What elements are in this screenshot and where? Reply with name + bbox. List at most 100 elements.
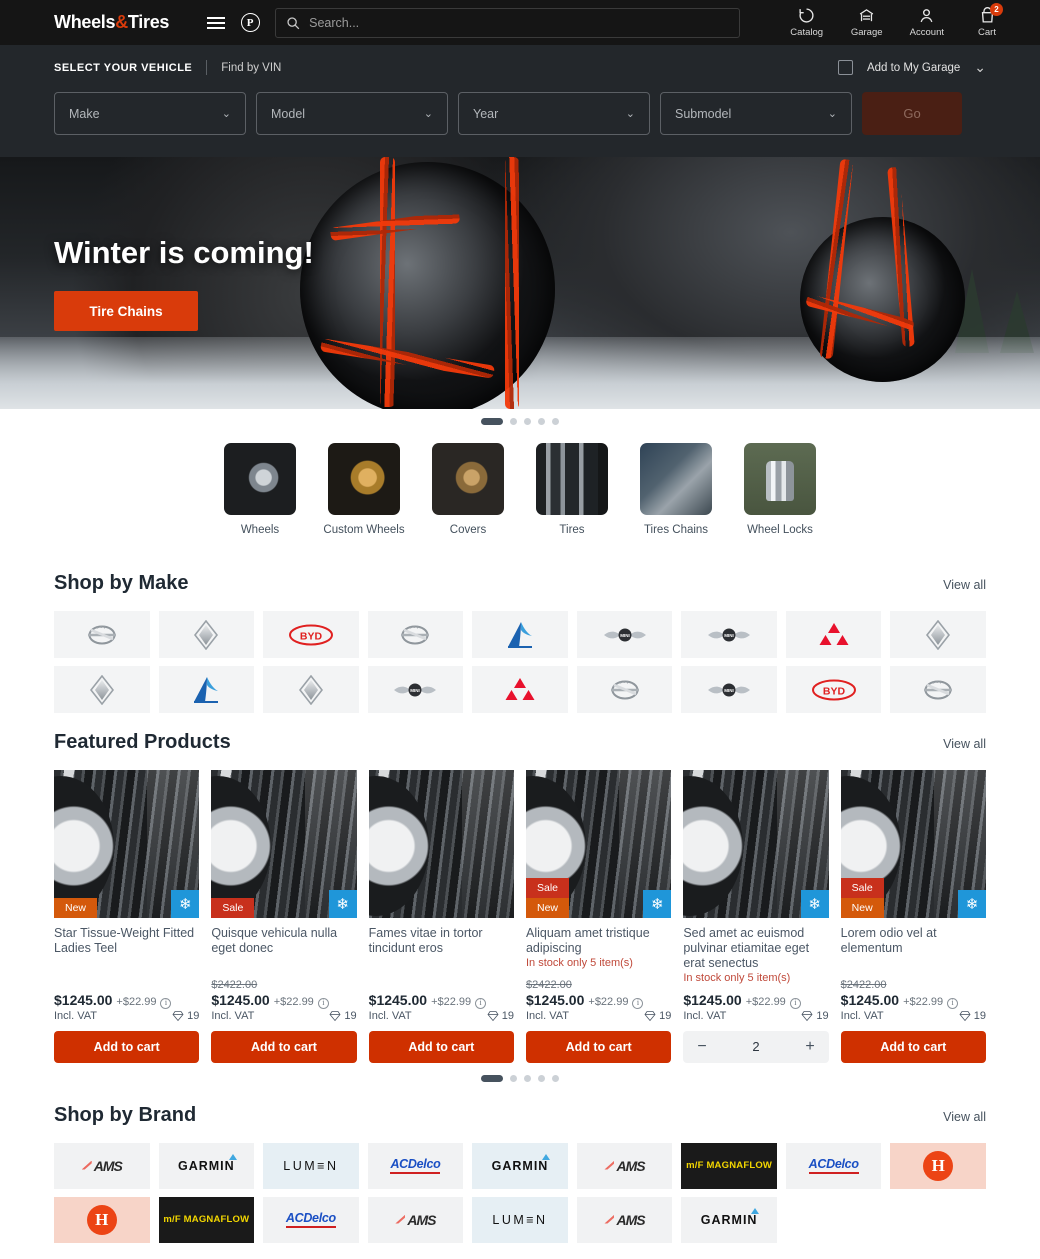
make-tile-mini[interactable]: MINI (681, 611, 777, 658)
product-name[interactable]: Lorem odio vel at elementum (841, 926, 986, 956)
make-tile-mitsubishi[interactable] (785, 611, 882, 658)
add-to-garage-checkbox[interactable] (837, 60, 853, 75)
header-action-account[interactable]: Account (910, 7, 944, 38)
site-logo[interactable]: Wheels&Tires (54, 12, 169, 33)
info-icon[interactable]: i (475, 997, 487, 1009)
product-dot-4[interactable] (538, 1074, 545, 1082)
product-image[interactable]: New ❄ (54, 770, 200, 918)
product-image[interactable]: Sale New ❄ (840, 770, 986, 918)
add-to-cart-button[interactable]: Add to cart (525, 1030, 672, 1063)
category-tires-chains[interactable]: Tires Chains (640, 443, 712, 536)
make-tile-opel[interactable] (367, 611, 464, 658)
category-wheel-locks[interactable]: Wheel Locks (744, 443, 816, 536)
paypal-button[interactable]: P (233, 6, 267, 40)
brand-tile-ams[interactable]: AMS (54, 1142, 150, 1189)
product-dot-1[interactable] (481, 1074, 503, 1082)
go-button[interactable]: Go (862, 92, 962, 135)
view-all-brands-link[interactable]: View all (943, 1110, 986, 1124)
product-card[interactable]: Fames vitae in tortor tincidunt eros $12… (368, 770, 514, 1063)
brand-tile-magnaflow[interactable]: m/F MAGNAFLOW (681, 1142, 777, 1189)
brand-tile-lumen[interactable]: LUM≡N (472, 1196, 568, 1243)
add-to-cart-button[interactable]: Add to cart (54, 1030, 200, 1063)
hero-dot-2[interactable] (510, 418, 517, 425)
hero-dot-5[interactable] (552, 418, 559, 425)
header-action-cart[interactable]: 2 Cart (970, 3, 1004, 38)
brand-tile-garmin[interactable]: GARMIN (472, 1142, 568, 1189)
find-by-vin-link[interactable]: Find by VIN (221, 62, 281, 74)
product-image[interactable]: Sale New ❄ (525, 770, 672, 918)
make-tile-renault[interactable] (890, 611, 986, 658)
make-tile-byd[interactable]: BYD (785, 666, 882, 713)
make-tile-mini[interactable]: MINI (367, 666, 464, 713)
brand-tile-acdelco[interactable]: ACDelco (367, 1142, 464, 1189)
brand-tile-ams[interactable]: AMS (576, 1196, 673, 1243)
brand-tile-garmin[interactable]: GARMIN (681, 1196, 777, 1243)
brand-tile-magnaflow[interactable]: m/F MAGNAFLOW (158, 1196, 255, 1243)
product-card[interactable]: Sale New ❄ Lorem odio vel at elementum $2… (840, 770, 986, 1063)
info-icon[interactable]: i (160, 997, 172, 1009)
add-to-cart-button[interactable]: Add to cart (211, 1030, 357, 1063)
category-tires[interactable]: Tires (536, 443, 608, 536)
hero-dot-4[interactable] (538, 418, 545, 425)
brand-tile-holley[interactable]: H (890, 1142, 986, 1189)
brand-tile-acdelco[interactable]: ACDelco (263, 1196, 359, 1243)
product-name[interactable]: Quisque vehicula nulla eget donec (211, 926, 356, 956)
hero-dot-3[interactable] (524, 418, 531, 425)
brand-tile-garmin[interactable]: GARMIN (158, 1142, 255, 1189)
info-icon[interactable]: i (947, 997, 959, 1009)
product-name[interactable]: Fames vitae in tortor tincidunt eros (369, 926, 514, 956)
make-tile-opel[interactable] (890, 666, 986, 713)
info-icon[interactable]: i (317, 997, 329, 1009)
product-name[interactable]: Aliquam amet tristique adipiscing (526, 926, 671, 956)
make-tile-renault[interactable] (263, 666, 359, 713)
submodel-select[interactable]: Submodel ⌄ (660, 92, 852, 135)
category-covers[interactable]: Covers (432, 443, 504, 536)
header-action-garage[interactable]: Garage (850, 7, 884, 38)
quantity-stepper[interactable]: − 2 + (683, 1030, 829, 1063)
brand-tile-lumen[interactable]: LUM≡N (263, 1142, 359, 1189)
chevron-down-icon[interactable]: ⌄ (974, 59, 986, 76)
product-card[interactable]: Sale New ❄ Aliquam amet tristique adipisc… (525, 770, 672, 1063)
hero-dot-1[interactable] (481, 418, 503, 425)
category-wheels[interactable]: Wheels (224, 443, 296, 536)
make-tile-mini[interactable]: MINI (576, 611, 673, 658)
make-tile-byd[interactable]: BYD (263, 611, 359, 658)
product-name[interactable]: Sed amet ac euismod pulvinar etiamitae e… (683, 926, 828, 971)
header-action-catalog[interactable]: Catalog (790, 7, 824, 38)
product-image[interactable]: Sale ❄ (211, 770, 357, 918)
make-select[interactable]: Make ⌄ (54, 92, 246, 135)
brand-tile-ams[interactable]: AMS (576, 1142, 673, 1189)
product-image[interactable]: ❄ (683, 770, 829, 918)
product-card[interactable]: New ❄ Star Tissue-Weight Fitted Ladies T… (54, 770, 200, 1063)
make-tile-alpine[interactable] (472, 611, 568, 658)
hamburger-menu-button[interactable] (199, 6, 233, 40)
info-icon[interactable]: i (632, 997, 644, 1009)
product-card[interactable]: ❄ Sed amet ac euismod pulvinar etiamitae… (683, 770, 829, 1063)
hero-cta-button[interactable]: Tire Chains (54, 291, 198, 331)
product-dot-5[interactable] (552, 1074, 559, 1082)
view-all-makes-link[interactable]: View all (943, 578, 986, 592)
search-bar[interactable] (275, 7, 741, 38)
product-dot-2[interactable] (510, 1074, 517, 1082)
product-dot-3[interactable] (524, 1074, 531, 1082)
search-input[interactable] (309, 15, 730, 30)
info-icon[interactable]: i (789, 997, 801, 1009)
make-tile-opel[interactable] (576, 666, 673, 713)
brand-tile-holley[interactable]: H (54, 1196, 150, 1243)
quantity-decrease-button[interactable]: − (697, 1038, 706, 1056)
make-tile-mini[interactable]: MINI (681, 666, 777, 713)
add-to-cart-button[interactable]: Add to cart (840, 1030, 986, 1063)
brand-tile-ams[interactable]: AMS (367, 1196, 464, 1243)
make-tile-renault[interactable] (54, 666, 150, 713)
quantity-increase-button[interactable]: + (805, 1038, 814, 1056)
brand-tile-acdelco[interactable]: ACDelco (785, 1142, 882, 1189)
make-tile-alpine[interactable] (158, 666, 255, 713)
model-select[interactable]: Model ⌄ (256, 92, 448, 135)
make-tile-opel[interactable] (54, 611, 150, 658)
make-tile-renault[interactable] (158, 611, 255, 658)
category-custom-wheels[interactable]: Custom Wheels (323, 443, 405, 536)
make-tile-mitsubishi[interactable] (472, 666, 568, 713)
add-to-cart-button[interactable]: Add to cart (368, 1030, 514, 1063)
year-select[interactable]: Year ⌄ (458, 92, 650, 135)
product-name[interactable]: Star Tissue-Weight Fitted Ladies Teel (54, 926, 199, 956)
